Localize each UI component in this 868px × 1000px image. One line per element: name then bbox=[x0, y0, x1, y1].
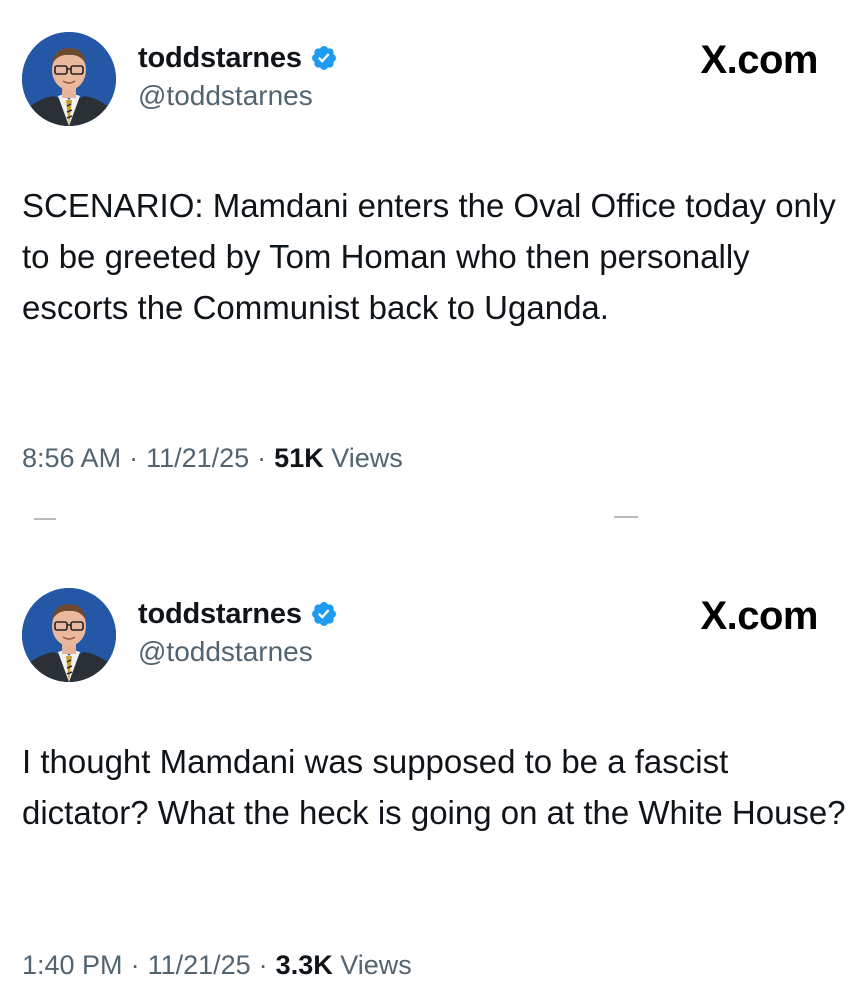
divider-mark bbox=[614, 516, 638, 518]
avatar[interactable] bbox=[22, 588, 116, 682]
author-display-name[interactable]: toddstarnes bbox=[138, 598, 302, 631]
source-label: X.com bbox=[700, 38, 818, 82]
author-name-row: toddstarnes bbox=[138, 594, 338, 634]
meta-separator: · bbox=[258, 950, 268, 980]
views-label: Views bbox=[331, 443, 403, 473]
meta-separator: · bbox=[129, 443, 139, 473]
tweet-meta: 8:56 AM · 11/21/25 · 51K Views bbox=[22, 443, 403, 474]
tweet-date[interactable]: 11/21/25 bbox=[148, 950, 251, 980]
tweet-text: I thought Mamdani was supposed to be a f… bbox=[22, 743, 846, 831]
source-label: X.com bbox=[700, 594, 818, 638]
meta-separator: · bbox=[130, 950, 140, 980]
tweet-card: toddstarnes @toddstarnes X.com I thought… bbox=[0, 556, 868, 1000]
author-handle[interactable]: @toddstarnes bbox=[138, 636, 313, 668]
tweet-card: toddstarnes @toddstarnes X.com SCENARIO:… bbox=[0, 0, 868, 500]
views-count: 51K bbox=[274, 443, 324, 473]
tweet-time[interactable]: 8:56 AM bbox=[22, 443, 121, 473]
author-name-row: toddstarnes bbox=[138, 38, 338, 78]
profile-photo-icon bbox=[22, 32, 116, 126]
profile-photo-icon bbox=[22, 588, 116, 682]
verified-badge-icon[interactable] bbox=[310, 600, 338, 628]
avatar[interactable] bbox=[22, 32, 116, 126]
tweet-meta: 1:40 PM · 11/21/25 · 3.3K Views bbox=[22, 950, 412, 981]
verified-badge-icon[interactable] bbox=[310, 44, 338, 72]
author-handle[interactable]: @toddstarnes bbox=[138, 80, 313, 112]
tweet-date[interactable]: 11/21/25 bbox=[146, 443, 249, 473]
divider-mark bbox=[34, 518, 56, 520]
meta-separator: · bbox=[257, 443, 267, 473]
views-label: Views bbox=[340, 950, 412, 980]
tweet-time[interactable]: 1:40 PM bbox=[22, 950, 123, 980]
tweet-text: SCENARIO: Mamdani enters the Oval Office… bbox=[22, 187, 836, 326]
views-count: 3.3K bbox=[275, 950, 333, 980]
author-display-name[interactable]: toddstarnes bbox=[138, 42, 302, 75]
